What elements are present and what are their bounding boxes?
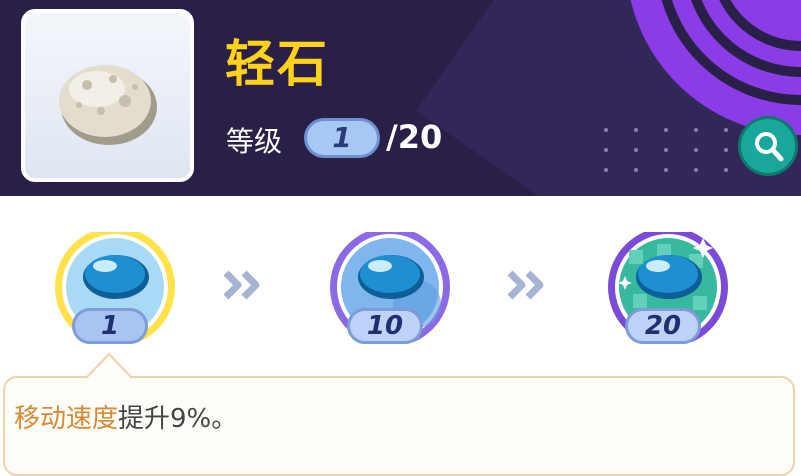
decorative-dots bbox=[600, 124, 730, 174]
tier-level-tag: 1 bbox=[72, 308, 148, 344]
current-level-badge: 1 bbox=[304, 118, 380, 158]
effect-stat-name: 移动速度 bbox=[14, 404, 119, 434]
chevron-right-icon bbox=[507, 270, 544, 300]
item-header: 轻石 等级 1 /20 bbox=[0, 0, 801, 196]
effect-stat-value: 提升9%。 bbox=[118, 404, 238, 434]
description-pointer bbox=[86, 352, 132, 379]
search-button[interactable] bbox=[738, 116, 798, 176]
blue-gem-icon bbox=[83, 255, 149, 299]
blue-gem-icon bbox=[636, 255, 702, 299]
search-icon bbox=[755, 132, 784, 162]
max-level-text: /20 bbox=[386, 118, 443, 156]
tier-level-10[interactable]: 10 bbox=[325, 232, 455, 362]
effect-description: 移动速度提升9%。 bbox=[14, 398, 237, 435]
level-label: 等级 bbox=[226, 125, 283, 158]
tier-level-tag: 20 bbox=[625, 308, 701, 344]
item-name: 轻石 bbox=[225, 35, 329, 93]
tier-level-1[interactable]: 1 bbox=[50, 232, 180, 362]
chevron-right-icon bbox=[223, 270, 260, 300]
blue-gem-icon bbox=[358, 255, 424, 299]
tier-level-tag: 10 bbox=[347, 308, 423, 344]
item-portrait bbox=[21, 9, 194, 182]
pumice-stone-icon bbox=[59, 65, 157, 145]
tier-level-20[interactable]: 20 bbox=[603, 232, 733, 362]
